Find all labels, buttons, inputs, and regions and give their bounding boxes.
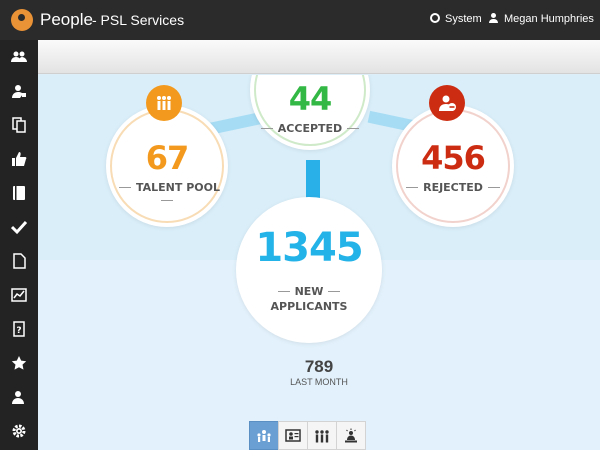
talent-pool-count: 67 (145, 139, 190, 177)
applicants-view-icon (257, 429, 271, 442)
thumbs-up-icon (12, 152, 27, 166)
accepted-label-row: ACCEPTED (250, 122, 370, 135)
sidebar-item-documents[interactable] (0, 108, 38, 142)
user-name: Megan Humphries (504, 13, 594, 25)
talent-pool-badge (146, 85, 182, 121)
new-applicants-label-line1-row: NEW (236, 285, 382, 298)
sidebar-item-add-user[interactable] (0, 380, 38, 414)
presenter-view-icon (345, 428, 357, 442)
gear-icon (12, 424, 26, 438)
document-icon (13, 253, 26, 269)
sidebar-item-tasks[interactable] (0, 210, 38, 244)
accepted-count: 44 (288, 80, 333, 118)
sidebar-item-help[interactable]: ? (0, 312, 38, 346)
new-applicants-label-line1: NEW (294, 285, 324, 298)
sidebar: ? (0, 40, 38, 450)
view-button-team[interactable] (307, 421, 337, 450)
toolbar (38, 40, 600, 74)
user-icon (489, 13, 498, 23)
user-remove-icon (439, 95, 456, 111)
users-group-icon (11, 51, 27, 62)
copy-documents-icon (12, 117, 26, 133)
profile-card-view-icon (285, 428, 301, 442)
line-chart-icon (11, 288, 27, 302)
team-view-icon (315, 429, 329, 442)
view-switcher (249, 421, 366, 450)
users-group-icon (157, 96, 171, 110)
people-logo-icon[interactable] (11, 9, 33, 31)
user-add-icon (12, 391, 26, 404)
view-button-presenter[interactable] (336, 421, 366, 450)
star-icon (11, 356, 27, 370)
checkmark-icon (11, 220, 27, 235)
sidebar-item-favorites[interactable] (0, 346, 38, 380)
new-applicants-count: 1345 (255, 225, 363, 271)
svg-text:?: ? (16, 326, 21, 336)
sidebar-item-document[interactable] (0, 244, 38, 278)
rejected-badge (429, 85, 465, 121)
system-menu-link[interactable]: System (430, 13, 482, 25)
help-document-icon: ? (13, 321, 25, 337)
user-settings-icon (12, 85, 26, 98)
view-button-profile-card[interactable] (278, 421, 308, 450)
accepted-label: ACCEPTED (277, 122, 343, 135)
talent-pool-label-row: TALENT POOL (106, 181, 228, 207)
sidebar-item-reports[interactable] (0, 278, 38, 312)
dashboard-main: 44 ACCEPTED 67 TALENT POOL 456 REJECTED … (38, 75, 600, 450)
gear-icon (430, 13, 440, 23)
book-icon (13, 186, 25, 200)
sidebar-item-settings[interactable] (0, 414, 38, 448)
sidebar-item-book[interactable] (0, 176, 38, 210)
last-month-label: LAST MONTH (290, 377, 348, 387)
sidebar-item-user-settings[interactable] (0, 74, 38, 108)
sidebar-item-approvals[interactable] (0, 142, 38, 176)
organization-name: - PSL Services (92, 12, 185, 28)
view-button-applicants[interactable] (249, 421, 279, 450)
rejected-stat[interactable]: 456 REJECTED (392, 105, 514, 227)
rejected-label: REJECTED (423, 181, 483, 194)
new-applicants-label-line2: APPLICANTS (270, 300, 348, 313)
talent-pool-label: TALENT POOL (136, 181, 220, 194)
system-label: System (445, 13, 482, 25)
user-menu[interactable]: Megan Humphries (489, 13, 600, 25)
rejected-label-row: REJECTED (392, 181, 514, 194)
new-applicants-stat[interactable]: 1345 NEW APPLICANTS (236, 197, 382, 343)
app-name[interactable]: People (40, 10, 93, 30)
last-month-count: 789 (304, 357, 334, 376)
top-navigation-bar: People - PSL Services System Megan Humph… (0, 0, 600, 40)
talent-pool-stat[interactable]: 67 TALENT POOL (106, 105, 228, 227)
rejected-count: 456 (421, 139, 486, 177)
sidebar-item-users[interactable] (0, 40, 38, 74)
